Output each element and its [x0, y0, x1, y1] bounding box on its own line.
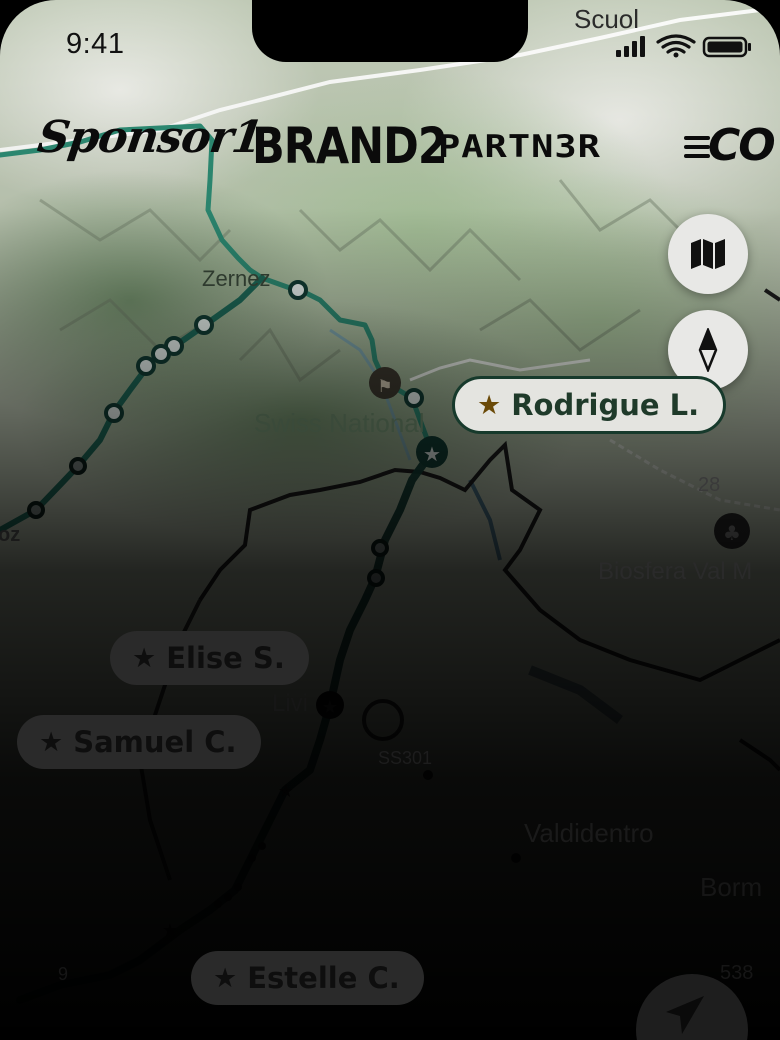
rider-name: Rodrigue L.	[511, 388, 700, 422]
sponsor-logo-2: BRAND2	[252, 118, 448, 176]
map-label-road-538: 538	[720, 962, 754, 984]
app-screen: ★ ⚑ ♣ ★ ★ ★ Scuol Zernez Swiss National …	[0, 0, 780, 1040]
star-icon: ★	[477, 389, 502, 421]
sponsor-logo-4-speedlines	[684, 136, 710, 166]
map-label-biosfera: Biosfera Val M	[598, 558, 753, 585]
map-label-bormio: Borm	[700, 872, 763, 902]
compass-icon	[698, 328, 718, 372]
map-icon	[691, 239, 725, 269]
wifi-icon	[656, 34, 696, 54]
map-label-oz: oz	[0, 524, 21, 546]
sponsor-logo-4: CO	[708, 120, 776, 171]
rider-name: Samuel C.	[73, 725, 237, 759]
map-label-number: 9	[58, 964, 69, 984]
sponsor-logo-1: Sponsor1	[34, 112, 266, 163]
star-icon: ★	[213, 962, 238, 994]
rider-chip-rodrigue[interactable]: ★ Rodrigue L.	[452, 376, 727, 434]
rider-name: Elise S.	[166, 641, 285, 675]
map-label-scuol: Scuol	[574, 4, 640, 34]
map-label-swiss-national: Swiss National	[254, 408, 425, 438]
rider-chip-samuel[interactable]: ★ Samuel C.	[17, 715, 261, 769]
map-label-livigno: Livi	[272, 690, 309, 717]
sponsor-logo-3: PARTN3R	[438, 128, 601, 165]
star-icon: ★	[39, 726, 64, 758]
navigation-arrow-icon	[666, 996, 704, 1034]
rider-chip-elise[interactable]: ★ Elise S.	[110, 631, 309, 685]
rider-chip-estelle[interactable]: ★ Estelle C.	[191, 951, 424, 1005]
map-layers-button[interactable]	[668, 214, 748, 294]
rider-name: Estelle C.	[247, 961, 400, 995]
status-time: 9:41	[66, 28, 125, 60]
map-label-road-28: 28	[698, 474, 721, 496]
battery-icon	[702, 36, 751, 58]
map-label-valdidentro: Valdidentro	[524, 818, 654, 848]
map-label-zernez: Zernez	[202, 266, 271, 291]
status-icons	[614, 34, 754, 64]
device-notch	[252, 0, 528, 62]
cellular-signal-icon	[616, 36, 645, 57]
star-icon: ★	[132, 642, 157, 674]
map-label-road-ss301: SS301	[378, 748, 433, 768]
